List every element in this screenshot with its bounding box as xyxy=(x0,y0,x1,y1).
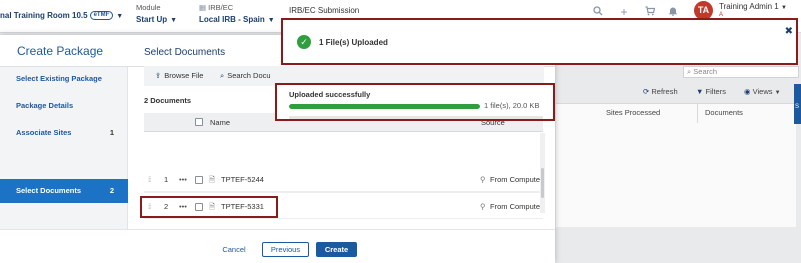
more-options-icon[interactable]: ••• xyxy=(179,167,187,192)
document-icon: 🗎 xyxy=(209,175,216,184)
close-icon[interactable]: ✖ xyxy=(785,26,793,37)
views-label: Views xyxy=(752,87,773,96)
user-menu[interactable]: Training Admin 1 ▼ xyxy=(719,2,787,11)
filter-icon: ▼ xyxy=(696,87,704,96)
cart-icon[interactable] xyxy=(644,6,656,18)
step-count: 1 xyxy=(109,128,114,137)
irb-value: Local IRB - Spain xyxy=(199,15,265,24)
background-grid: Sites Processed Documents xyxy=(556,103,796,227)
step-label: Select Existing Package xyxy=(16,74,102,83)
module-label: Module xyxy=(136,3,161,12)
filters-label: Filters xyxy=(705,87,726,96)
column-header-name: Name xyxy=(210,118,231,127)
step-package-details[interactable]: Package Details xyxy=(0,94,128,118)
drag-handle-icon[interactable]: ⁞⁞ xyxy=(148,167,151,192)
grid-icon: ▦ xyxy=(199,3,209,12)
search-documents-button[interactable]: ⌕ Search Docu xyxy=(220,66,271,86)
column-divider xyxy=(697,104,698,123)
document-source: From Compute xyxy=(490,202,541,211)
search-icon: ⌕ xyxy=(220,71,225,80)
search-icon[interactable] xyxy=(592,6,604,18)
browse-file-button[interactable]: ⇪ Browse File xyxy=(155,66,203,86)
background-search-input[interactable]: ⌕ Search xyxy=(683,66,799,78)
step-associate-sites[interactable]: Associate Sites 1 xyxy=(0,121,128,145)
chevron-down-icon: ▼ xyxy=(170,17,178,24)
chevron-down-icon: ▼ xyxy=(116,13,124,20)
document-count: 2 Documents xyxy=(144,96,192,105)
upload-progress-fill xyxy=(289,104,480,109)
toast-message: 1 File(s) Uploaded xyxy=(319,38,388,47)
study-selector[interactable]: nal Training Room 10.5 eTMF ▼ xyxy=(0,9,123,23)
paperclip-icon: ⚲ xyxy=(480,202,486,211)
side-panel-tab[interactable]: S xyxy=(794,84,801,124)
upload-icon: ⇪ xyxy=(155,71,162,80)
paperclip-icon: ⚲ xyxy=(480,175,486,184)
previous-button[interactable]: Previous xyxy=(262,242,309,257)
row-index: 1 xyxy=(164,175,169,184)
document-source: From Compute xyxy=(490,175,541,184)
search-placeholder: Search xyxy=(693,67,718,76)
chevron-down-icon: ▼ xyxy=(780,5,787,11)
step-select-existing-package[interactable]: Select Existing Package xyxy=(0,67,128,91)
views-button[interactable]: ◉ Views ▼ xyxy=(744,87,781,96)
select-all-checkbox[interactable] xyxy=(195,118,203,126)
create-button[interactable]: Create xyxy=(316,242,357,257)
filters-button[interactable]: ▼ Filters xyxy=(696,87,726,96)
column-header-documents: Documents xyxy=(705,108,743,117)
refresh-button[interactable]: ⟳ Refresh xyxy=(643,87,678,96)
bell-icon[interactable] xyxy=(667,6,679,18)
upload-progress-bar xyxy=(289,104,480,109)
table-row[interactable]: ⁞⁞ 1 ••• 🗎 TPTEF-5244 ⚲ From Compute xyxy=(144,167,543,192)
irb-selector[interactable]: ▦ IRB/EC Local IRB - Spain ▼ xyxy=(199,3,275,27)
upload-status-title: Uploaded successfully xyxy=(289,90,371,99)
irb-label: IRB/EC xyxy=(208,3,234,12)
browse-file-label: Browse File xyxy=(164,71,204,80)
upload-toast: ✓ 1 File(s) Uploaded ✖ xyxy=(281,18,798,65)
user-name: Training Admin 1 xyxy=(719,2,779,11)
module-value: Start Up xyxy=(136,15,168,24)
upload-status-panel: Uploaded successfully 1 file(s), 20.0 KB xyxy=(275,83,555,121)
scrollbar-thumb[interactable] xyxy=(541,168,544,198)
upload-secondary-bar xyxy=(289,116,543,119)
step-select-documents[interactable]: Select Documents 2 xyxy=(0,179,128,203)
upload-file-info: 1 file(s), 20.0 KB xyxy=(484,101,540,110)
search-documents-label: Search Docu xyxy=(227,71,271,80)
page-title: IRB/EC Submission xyxy=(289,6,360,15)
module-selector[interactable]: Module Start Up ▼ xyxy=(136,3,177,27)
row-checkbox[interactable] xyxy=(195,176,203,184)
eye-icon: ◉ xyxy=(744,87,751,96)
step-label: Package Details xyxy=(16,101,74,110)
etmf-badge: eTMF xyxy=(89,11,114,21)
side-tab-label: S xyxy=(795,104,800,110)
chevron-down-icon: ▼ xyxy=(267,17,275,24)
plus-icon[interactable]: + xyxy=(618,6,630,18)
chevron-down-icon: ▼ xyxy=(774,90,781,96)
refresh-icon: ⟳ xyxy=(643,87,650,96)
study-name: nal Training Room 10.5 xyxy=(0,11,88,20)
cancel-button[interactable]: Cancel xyxy=(214,242,254,257)
modal-title: Create Package xyxy=(17,44,104,58)
document-name[interactable]: TPTEF-5244 xyxy=(221,167,264,192)
column-header-sites-processed: Sites Processed xyxy=(606,108,661,117)
check-circle-icon: ✓ xyxy=(297,35,311,49)
section-title: Select Documents xyxy=(144,47,226,58)
step-label: Select Documents xyxy=(16,186,82,195)
step-label: Associate Sites xyxy=(16,128,72,137)
wizard-steps: Select Existing Package Package Details … xyxy=(0,67,128,229)
divider xyxy=(0,229,555,230)
refresh-label: Refresh xyxy=(651,87,678,96)
step-count: 2 xyxy=(109,186,114,195)
row-highlight-box xyxy=(140,196,278,218)
